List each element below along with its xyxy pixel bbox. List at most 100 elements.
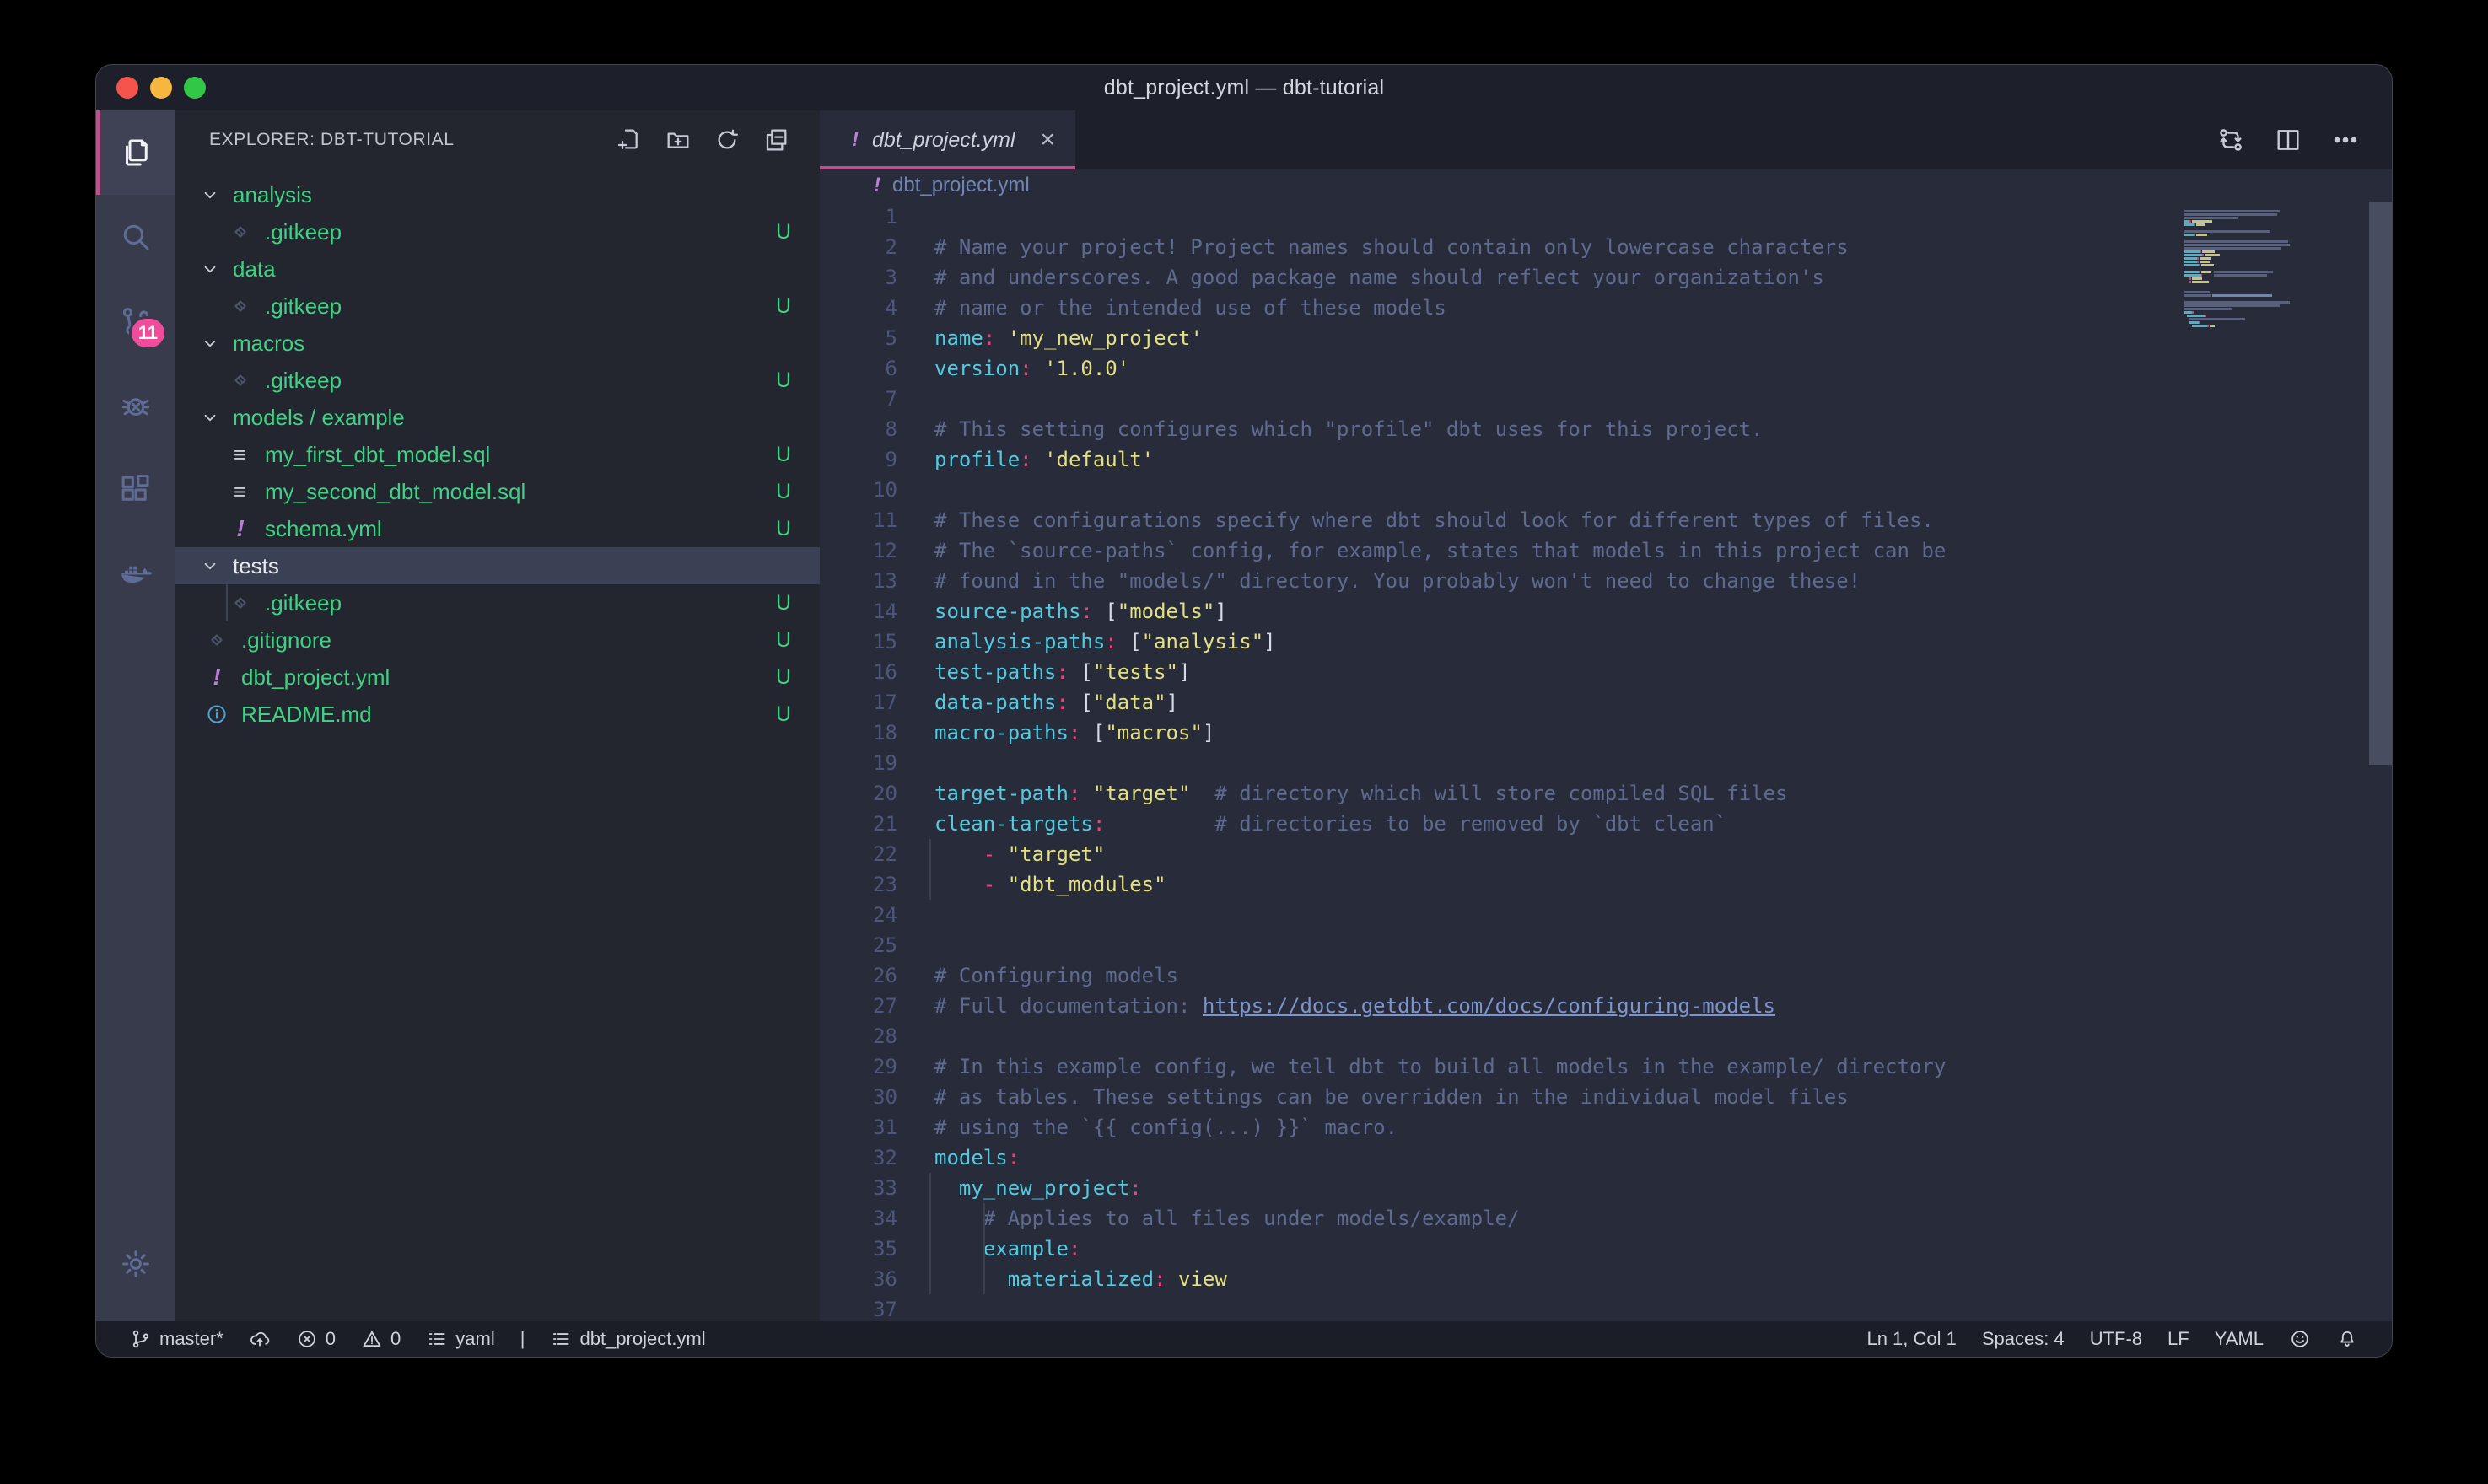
tree-folder-models-example[interactable]: models / example — [175, 399, 820, 436]
code-line-5[interactable]: 5name: 'my_new_project' — [820, 323, 2392, 353]
explorer-title: EXPLORER: DBT-TUTORIAL — [209, 130, 616, 150]
activity-item-explorer[interactable] — [96, 110, 175, 195]
code-line-29[interactable]: 29# In this example config, we tell dbt … — [820, 1051, 2392, 1082]
code-line-22[interactable]: 22 - "target" — [820, 839, 2392, 869]
status-file-status[interactable]: dbt_project.yml — [550, 1328, 705, 1350]
status-label: UTF-8 — [2090, 1328, 2142, 1350]
activity-item-settings[interactable] — [96, 1222, 175, 1306]
tree-file-my-first-dbt-model-sql[interactable]: ≡my_first_dbt_model.sqlU — [175, 436, 820, 473]
tree-file-schema-yml[interactable]: !schema.ymlU — [175, 510, 820, 547]
activity-item-debug[interactable] — [96, 363, 175, 448]
activity-item-search[interactable] — [96, 195, 175, 279]
refresh-button[interactable] — [714, 126, 740, 153]
status-git-branch[interactable]: master* — [130, 1328, 223, 1350]
tree-folder-tests[interactable]: tests — [175, 547, 820, 584]
open-changes-button[interactable] — [2216, 126, 2245, 154]
tree-file--gitkeep[interactable]: .gitkeepU — [175, 213, 820, 250]
status-indentation[interactable]: Spaces: 4 — [1982, 1328, 2065, 1350]
code-line-37[interactable]: 37 — [820, 1294, 2392, 1321]
code-line-23[interactable]: 23 - "dbt_modules" — [820, 869, 2392, 900]
code-line-35[interactable]: 35 example: — [820, 1234, 2392, 1264]
code-line-15[interactable]: 15analysis-paths: ["analysis"] — [820, 626, 2392, 657]
zoom-window-button[interactable] — [184, 77, 206, 99]
code-line-7[interactable]: 7 — [820, 384, 2392, 414]
code-line-10[interactable]: 10 — [820, 475, 2392, 505]
code-line-28[interactable]: 28 — [820, 1021, 2392, 1051]
code-line-25[interactable]: 25 — [820, 930, 2392, 960]
code-line-6[interactable]: 6version: '1.0.0' — [820, 353, 2392, 384]
new-file-button[interactable] — [616, 126, 643, 153]
split-editor-button[interactable] — [2274, 126, 2302, 154]
code-line-8[interactable]: 8# This setting configures which "profil… — [820, 414, 2392, 444]
status-warnings[interactable]: 0 — [361, 1328, 401, 1350]
status-errors[interactable]: 0 — [296, 1328, 336, 1350]
traffic-lights — [116, 77, 206, 99]
code-line-4[interactable]: 4# name or the intended use of these mod… — [820, 293, 2392, 323]
code-line-13[interactable]: 13# found in the "models/" directory. Yo… — [820, 566, 2392, 596]
git-file-icon — [228, 591, 253, 615]
tree-file-readme-md[interactable]: README.mdU — [175, 696, 820, 733]
code-line-36[interactable]: 36 materialized: view — [820, 1264, 2392, 1294]
new-folder-button[interactable] — [665, 126, 692, 153]
line-number: 3 — [820, 262, 897, 293]
collapse-all-button[interactable] — [762, 126, 789, 153]
code-line-27[interactable]: 27# Full documentation: https://docs.get… — [820, 991, 2392, 1021]
code-line-32[interactable]: 32models: — [820, 1143, 2392, 1173]
code-line-33[interactable]: 33 my_new_project: — [820, 1173, 2392, 1203]
status-cursor-position[interactable]: Ln 1, Col 1 — [1866, 1328, 1956, 1350]
code-line-34[interactable]: 34 # Applies to all files under models/e… — [820, 1203, 2392, 1234]
code-line-14[interactable]: 14source-paths: ["models"] — [820, 596, 2392, 626]
scrollbar-thumb[interactable] — [2369, 202, 2392, 765]
code-line-20[interactable]: 20target-path: "target" # directory whic… — [820, 778, 2392, 809]
code-line-9[interactable]: 9profile: 'default' — [820, 444, 2392, 475]
tree-folder-analysis[interactable]: analysis — [175, 176, 820, 213]
tree-file--gitkeep[interactable]: .gitkeepU — [175, 288, 820, 325]
status-encoding[interactable]: UTF-8 — [2090, 1328, 2142, 1350]
tree-file-dbt-project-yml[interactable]: !dbt_project.ymlU — [175, 659, 820, 696]
status-label: 0 — [326, 1328, 336, 1350]
status-eol[interactable]: LF — [2168, 1328, 2189, 1350]
status-notifications[interactable] — [2336, 1328, 2358, 1350]
line-number: 10 — [820, 475, 897, 505]
tree-item-label: tests — [233, 553, 279, 579]
code-line-30[interactable]: 30# as tables. These settings can be ove… — [820, 1082, 2392, 1112]
code-line-18[interactable]: 18macro-paths: ["macros"] — [820, 718, 2392, 748]
code-editor[interactable]: 12# Name your project! Project names sho… — [820, 202, 2392, 1321]
git-file-icon — [228, 220, 253, 244]
tree-file--gitkeep[interactable]: .gitkeepU — [175, 584, 820, 621]
code-line-17[interactable]: 17data-paths: ["data"] — [820, 687, 2392, 718]
tree-folder-macros[interactable]: macros — [175, 325, 820, 362]
status-lang-status[interactable]: yaml — [426, 1328, 494, 1350]
code-line-19[interactable]: 19 — [820, 748, 2392, 778]
tree-file-my-second-dbt-model-sql[interactable]: ≡my_second_dbt_model.sqlU — [175, 473, 820, 510]
code-line-16[interactable]: 16test-paths: ["tests"] — [820, 657, 2392, 687]
close-window-button[interactable] — [116, 77, 138, 99]
tree-folder-data[interactable]: data — [175, 250, 820, 288]
activity-item-extensions[interactable] — [96, 448, 175, 532]
code-line-12[interactable]: 12# The `source-paths` config, for examp… — [820, 535, 2392, 566]
line-number: 2 — [820, 232, 897, 262]
more-actions-button[interactable] — [2331, 126, 2360, 154]
status-feedback[interactable] — [2289, 1328, 2311, 1350]
activity-item-docker[interactable] — [96, 532, 175, 616]
tree-item-label: .gitkeep — [265, 590, 342, 616]
code-line-3[interactable]: 3# and underscores. A good package name … — [820, 262, 2392, 293]
close-icon[interactable]: × — [1040, 127, 1055, 153]
breadcrumb[interactable]: ! dbt_project.yml — [820, 169, 2392, 202]
tree-file--gitignore[interactable]: .gitignoreU — [175, 621, 820, 659]
search-icon — [118, 219, 153, 255]
status-language-mode[interactable]: YAML — [2215, 1328, 2264, 1350]
code-line-31[interactable]: 31# using the `{{ config(...) }}` macro. — [820, 1112, 2392, 1143]
tab-dbt-project-yml[interactable]: ! dbt_project.yml × — [820, 110, 1075, 169]
code-line-11[interactable]: 11# These configurations specify where d… — [820, 505, 2392, 535]
code-line-1[interactable]: 1 — [820, 202, 2392, 232]
code-line-24[interactable]: 24 — [820, 900, 2392, 930]
minimize-window-button[interactable] — [150, 77, 172, 99]
tree-file--gitkeep[interactable]: .gitkeepU — [175, 362, 820, 399]
code-line-21[interactable]: 21clean-targets: # directories to be rem… — [820, 809, 2392, 839]
code-line-2[interactable]: 2# Name your project! Project names shou… — [820, 232, 2392, 262]
code-line-26[interactable]: 26# Configuring models — [820, 960, 2392, 991]
status-sync[interactable] — [249, 1328, 271, 1350]
minimap[interactable] — [2184, 207, 2369, 331]
activity-item-source-control[interactable]: 11 — [96, 279, 175, 363]
